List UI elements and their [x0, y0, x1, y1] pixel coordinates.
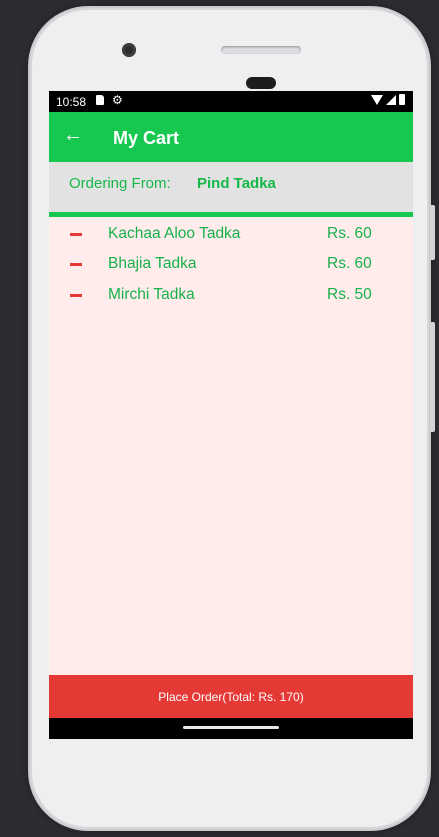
- cart-item: Bhajia Tadka Rs. 60: [49, 250, 413, 278]
- cell-signal-icon: [386, 94, 396, 105]
- wifi-icon: [371, 94, 383, 105]
- sd-card-icon: [96, 95, 104, 105]
- navigation-bar: [49, 718, 413, 739]
- item-name: Mirchi Tadka: [108, 286, 195, 303]
- page-title: My Cart: [113, 128, 180, 148]
- home-gesture-handle[interactable]: [183, 726, 279, 729]
- proximity-sensor: [246, 77, 276, 89]
- item-price: Rs. 50: [327, 286, 372, 303]
- cart-item: Kachaa Aloo Tadka Rs. 60: [49, 220, 413, 248]
- minus-icon[interactable]: [70, 263, 82, 266]
- power-button: [430, 205, 435, 260]
- item-price: Rs. 60: [327, 255, 372, 272]
- phone-screen: 10:58 ⚙ ← My Cart Ordering From: Pind Ta…: [49, 91, 413, 739]
- cart-list: Kachaa Aloo Tadka Rs. 60 Bhajia Tadka Rs…: [49, 217, 413, 675]
- volume-button: [430, 322, 435, 432]
- item-price: Rs. 60: [327, 225, 372, 242]
- restaurant-name: Pind Tadka: [197, 175, 276, 192]
- minus-icon[interactable]: [70, 294, 82, 297]
- arrow-left-icon[interactable]: ←: [63, 125, 83, 145]
- earpiece-speaker: [221, 46, 301, 54]
- app-bar: ← My Cart: [49, 112, 413, 162]
- battery-icon: [399, 94, 405, 105]
- status-bar: 10:58 ⚙: [49, 91, 413, 112]
- status-icons: [371, 94, 405, 105]
- cart-item: Mirchi Tadka Rs. 50: [49, 281, 413, 309]
- item-name: Bhajia Tadka: [108, 255, 197, 272]
- item-name: Kachaa Aloo Tadka: [108, 225, 241, 242]
- settings-icon: ⚙: [112, 93, 123, 107]
- status-time: 10:58: [56, 95, 87, 109]
- front-camera: [122, 43, 136, 57]
- place-order-button[interactable]: Place Order(Total: Rs. 170): [49, 675, 413, 718]
- ordering-from-label: Ordering From:: [69, 175, 171, 192]
- minus-icon[interactable]: [70, 233, 82, 236]
- ordering-from-bar: Ordering From: Pind Tadka: [49, 162, 413, 212]
